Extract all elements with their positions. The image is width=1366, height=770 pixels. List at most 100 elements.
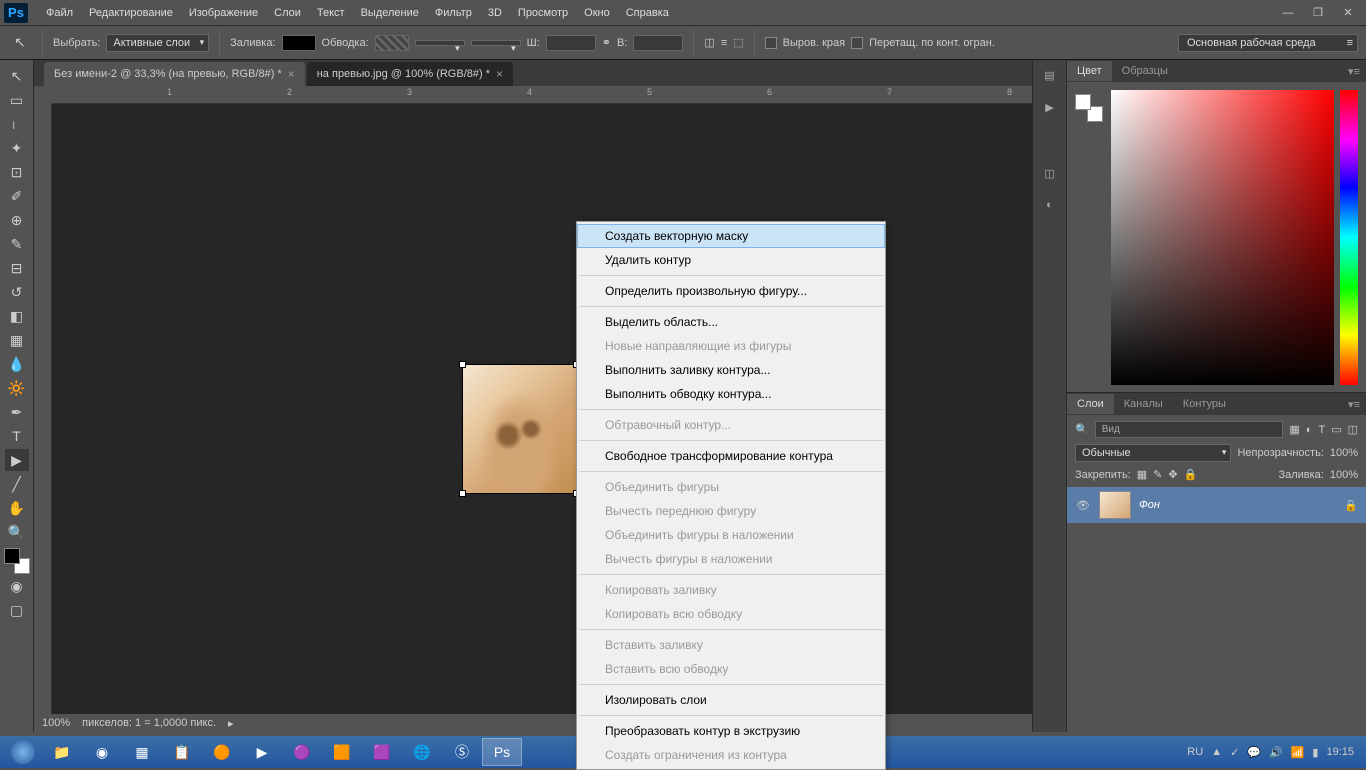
lock-position-icon[interactable]: ✎ (1153, 468, 1162, 481)
layer-name[interactable]: Фон (1139, 499, 1160, 511)
tray-network-icon[interactable]: 💬 (1247, 746, 1261, 759)
context-menu-item[interactable]: Выделить область... (577, 310, 885, 334)
start-button[interactable] (4, 738, 42, 766)
lang-indicator[interactable]: RU (1187, 746, 1203, 758)
drag-constrain-checkbox[interactable] (851, 37, 863, 49)
align-edges-checkbox[interactable] (765, 37, 777, 49)
filter-smart-icon[interactable]: ◫ (1348, 423, 1358, 436)
tab-close-icon[interactable]: × (288, 67, 295, 81)
task-chrome-icon[interactable]: 🌐 (402, 738, 442, 766)
context-menu-item[interactable]: Преобразовать контур в экструзию (577, 719, 885, 743)
tray-battery-icon[interactable]: ▮ (1312, 746, 1318, 759)
layer-thumbnail[interactable] (1099, 491, 1131, 519)
context-menu-item[interactable]: Свободное трансформирование контура (577, 444, 885, 468)
filter-shape-icon[interactable]: ▭ (1331, 423, 1341, 436)
tray-volume-icon[interactable]: 🔊 (1269, 746, 1283, 759)
lock-move-icon[interactable]: ✥ (1168, 468, 1177, 481)
menu-Редактирование[interactable]: Редактирование (81, 3, 181, 23)
filter-type-icon[interactable]: T (1318, 424, 1325, 436)
lock-pixels-icon[interactable]: ▦ (1137, 468, 1147, 481)
ruler-vertical[interactable] (34, 104, 52, 714)
history-brush-tool[interactable]: ↺ (5, 281, 29, 303)
layer-filter-dropdown[interactable]: Вид (1095, 421, 1284, 438)
stroke-style-dropdown[interactable] (471, 40, 521, 46)
tab-layers[interactable]: Слои (1067, 394, 1114, 414)
dodge-tool[interactable]: 🔆 (5, 377, 29, 399)
tray-shield-icon[interactable]: ✓ (1230, 746, 1239, 759)
menu-Выделение[interactable]: Выделение (353, 3, 427, 23)
fill-swatch[interactable] (282, 35, 316, 51)
task-app-icon[interactable]: ▦ (122, 738, 162, 766)
stroke-swatch[interactable] (375, 35, 409, 51)
properties-panel-icon[interactable]: ◫ (1039, 164, 1061, 182)
hue-slider[interactable] (1340, 90, 1358, 385)
visibility-icon[interactable]: 👁 (1075, 499, 1091, 512)
close-button[interactable]: ✕ (1334, 4, 1362, 22)
context-menu-item[interactable]: Выполнить заливку контура... (577, 358, 885, 382)
height-input[interactable] (633, 35, 683, 51)
tab-swatches[interactable]: Образцы (1112, 61, 1178, 81)
tab-paths[interactable]: Контуры (1173, 394, 1236, 414)
opacity-value[interactable]: 100% (1330, 447, 1358, 459)
pen-tool[interactable]: ✒ (5, 401, 29, 423)
tray-flag-icon[interactable]: ▲ (1211, 746, 1222, 758)
menu-Просмотр[interactable]: Просмотр (510, 3, 576, 23)
minimize-button[interactable]: — (1274, 4, 1302, 22)
task-skype-icon[interactable]: Ⓢ (442, 738, 482, 766)
gradient-tool[interactable]: ▦ (5, 329, 29, 351)
ruler-horizontal[interactable]: 0123456789 (52, 86, 1032, 104)
menu-Изображение[interactable]: Изображение (181, 3, 266, 23)
zoom-tool[interactable]: 🔍 (5, 521, 29, 543)
document-tab[interactable]: Без имени-2 @ 33,3% (на превью, RGB/8#) … (44, 62, 305, 86)
menu-Окно[interactable]: Окно (576, 3, 618, 23)
link-icon[interactable]: ⚭ (602, 36, 611, 49)
actions-panel-icon[interactable]: ▶ (1039, 98, 1061, 116)
menu-Фильтр[interactable]: Фильтр (427, 3, 480, 23)
selection-handle[interactable] (459, 361, 466, 368)
task-app-icon[interactable]: ▶ (242, 738, 282, 766)
select-dropdown[interactable]: Активные слои (106, 34, 209, 52)
panel-menu-icon[interactable]: ▾≡ (1342, 398, 1366, 411)
selection-handle[interactable] (459, 490, 466, 497)
context-menu-item[interactable]: Создать векторную маску (577, 224, 885, 248)
tab-channels[interactable]: Каналы (1114, 394, 1173, 414)
brush-tool[interactable]: ✎ (5, 233, 29, 255)
marquee-tool[interactable]: ▭ (5, 89, 29, 111)
fill-opacity-value[interactable]: 100% (1330, 469, 1358, 481)
lasso-tool[interactable]: ⃓ (5, 113, 29, 135)
path-selection-tool[interactable]: ▶ (5, 449, 29, 471)
maximize-button[interactable]: ❐ (1304, 4, 1332, 22)
menu-Слои[interactable]: Слои (266, 3, 309, 23)
eyedropper-tool[interactable]: ✐ (5, 185, 29, 207)
path-align-icon[interactable]: ≡ (721, 37, 727, 49)
move-tool-icon[interactable]: ↖ (8, 32, 32, 54)
line-tool[interactable]: ╱ (5, 473, 29, 495)
tab-close-icon[interactable]: × (496, 67, 503, 81)
healing-brush-tool[interactable]: ⊕ (5, 209, 29, 231)
color-field[interactable] (1111, 90, 1334, 385)
filter-adjust-icon[interactable]: ◐ (1306, 424, 1313, 436)
context-menu-item[interactable]: Определить произвольную фигуру... (577, 279, 885, 303)
path-ops-icon[interactable]: ◫ (704, 36, 714, 49)
magic-wand-tool[interactable]: ✦ (5, 137, 29, 159)
menu-Справка[interactable]: Справка (618, 3, 677, 23)
task-powerpoint-icon[interactable]: 🟧 (322, 738, 362, 766)
task-explorer-icon[interactable]: 📁 (42, 738, 82, 766)
context-menu-item[interactable]: Изолировать слои (577, 688, 885, 712)
layer-row[interactable]: 👁 Фон 🔒 (1067, 487, 1366, 523)
task-app-icon[interactable]: 🟪 (362, 738, 402, 766)
context-menu-item[interactable]: Выполнить обводку контура... (577, 382, 885, 406)
panel-menu-icon[interactable]: ▾≡ (1342, 65, 1366, 78)
clone-stamp-tool[interactable]: ⊟ (5, 257, 29, 279)
color-swatches[interactable] (4, 548, 30, 574)
task-app-icon[interactable]: ◉ (82, 738, 122, 766)
adjustments-panel-icon[interactable]: ◐ (1039, 196, 1061, 214)
path-arrange-icon[interactable]: ⬚ (733, 36, 743, 49)
workspace-dropdown[interactable]: Основная рабочая среда (1178, 34, 1358, 52)
eraser-tool[interactable]: ◧ (5, 305, 29, 327)
document-tab[interactable]: на превью.jpg @ 100% (RGB/8#) *× (307, 62, 513, 86)
move-tool[interactable]: ↖ (5, 65, 29, 87)
type-tool[interactable]: T (5, 425, 29, 447)
color-mini-swatches[interactable] (1075, 90, 1105, 384)
width-input[interactable] (546, 35, 596, 51)
